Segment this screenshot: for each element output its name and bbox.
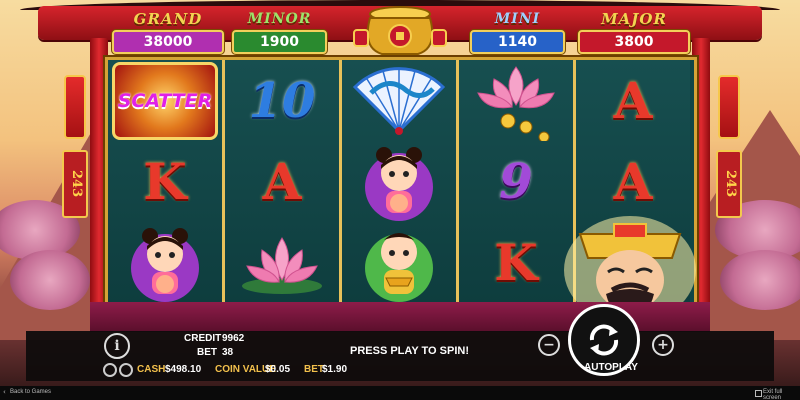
ace-symbol: A [613, 71, 653, 130]
autoplay-button[interactable]: AUTOPLAY [584, 362, 638, 373]
reel-cell [342, 60, 456, 141]
jackpot-major-value: 3800 [578, 30, 690, 54]
jackpot-minor-label: MINOR [247, 11, 312, 27]
credit-value: 9962 [222, 333, 245, 344]
girl-symbol-icon [131, 227, 199, 302]
credit-label: CREDIT [184, 333, 222, 344]
reel-3 [342, 60, 459, 303]
jackpot-minor-value: 1900 [232, 30, 327, 54]
sound-icon[interactable] [119, 363, 133, 377]
status-message: PRESS PLAY TO SPIN! [350, 345, 470, 357]
reel-2: 10 A [225, 60, 342, 303]
blossom-tree [720, 250, 800, 310]
jackpot-mini-label: MINI [494, 11, 541, 27]
golden-pot-icon [352, 4, 448, 58]
reel-cell [459, 60, 573, 141]
nine-symbol: 9 [499, 153, 533, 210]
reel-cell [342, 141, 456, 222]
boy-symbol-icon [365, 232, 433, 302]
scatter-label: SCATTER [117, 89, 213, 112]
reel-cell: 9 [459, 141, 573, 222]
reel-cell: A [225, 141, 339, 222]
jackpot-grand-value: 38000 [112, 30, 224, 54]
reel-cell: SCATTER [108, 60, 222, 141]
lantern-icon [64, 75, 86, 139]
plus-icon: + [657, 337, 669, 353]
jackpot-major-label: MAJOR [601, 10, 667, 28]
reel-cell [225, 222, 339, 303]
reel-cell: A [576, 60, 690, 141]
bet-minus-button[interactable]: − [538, 334, 560, 356]
jackpot-mini: MINI 1140 [470, 10, 565, 54]
scatter-symbol: SCATTER [112, 61, 218, 140]
reel-cell [342, 222, 456, 303]
bet-value: 38 [222, 347, 234, 358]
king-symbol: K [143, 152, 187, 211]
lotus-coins-symbol-icon [477, 65, 555, 141]
ways-plaque-right: 243 [716, 150, 742, 218]
bet-plus-button[interactable]: + [652, 334, 674, 356]
lotus-symbol-icon [242, 236, 322, 294]
jackpot-grand: GRAND 38000 [112, 10, 224, 54]
coin-value: $0.05 [265, 364, 291, 375]
reel-4: 9 K [459, 60, 576, 303]
ace-symbol: A [613, 152, 653, 211]
bet-label: BET [197, 347, 217, 358]
jackpot-mini-value: 1140 [470, 30, 565, 54]
reel-cell: K [459, 222, 573, 303]
ten-symbol: 10 [248, 72, 316, 129]
exit-fullscreen-link[interactable]: Exit full screen [763, 389, 800, 400]
footer-bet-label: BET [304, 364, 324, 375]
game-stage: 243 243 GRAND 38000 MINOR 1900 MINI 1140… [0, 0, 800, 400]
reel-1: SCATTER K [108, 60, 225, 303]
girl-symbol-icon [365, 146, 433, 221]
spin-arrows-icon [589, 324, 619, 356]
reel-cell: K [108, 141, 222, 222]
footer-bet-value: $1.90 [322, 364, 348, 375]
back-to-games-link[interactable]: Back to Games [10, 389, 51, 395]
jackpot-minor: MINOR 1900 [232, 10, 327, 54]
info-icon: i [114, 338, 120, 354]
fan-symbol-icon [352, 66, 446, 135]
back-arrow-icon: ‹ [3, 388, 6, 396]
reel-cell: 10 [225, 60, 339, 141]
jackpot-grand-label: GRAND [133, 10, 203, 28]
cash-label: CASH [137, 364, 166, 375]
jackpot-major: MAJOR 3800 [578, 10, 690, 54]
king-symbol: K [494, 233, 538, 292]
cash-value: $498.10 [165, 364, 202, 375]
ace-symbol: A [262, 152, 302, 211]
blossom-tree [10, 250, 90, 310]
minus-icon: − [543, 337, 555, 353]
ways-plaque-left: 243 [62, 150, 88, 218]
settings-icon[interactable] [103, 363, 117, 377]
reel-cell [108, 222, 222, 303]
lantern-icon [718, 75, 740, 139]
fullscreen-icon [755, 390, 762, 397]
page-footer: ‹ Back to Games Exit full screen [0, 386, 800, 400]
info-button[interactable]: i [104, 333, 130, 359]
gate-pillar-left [90, 38, 108, 328]
